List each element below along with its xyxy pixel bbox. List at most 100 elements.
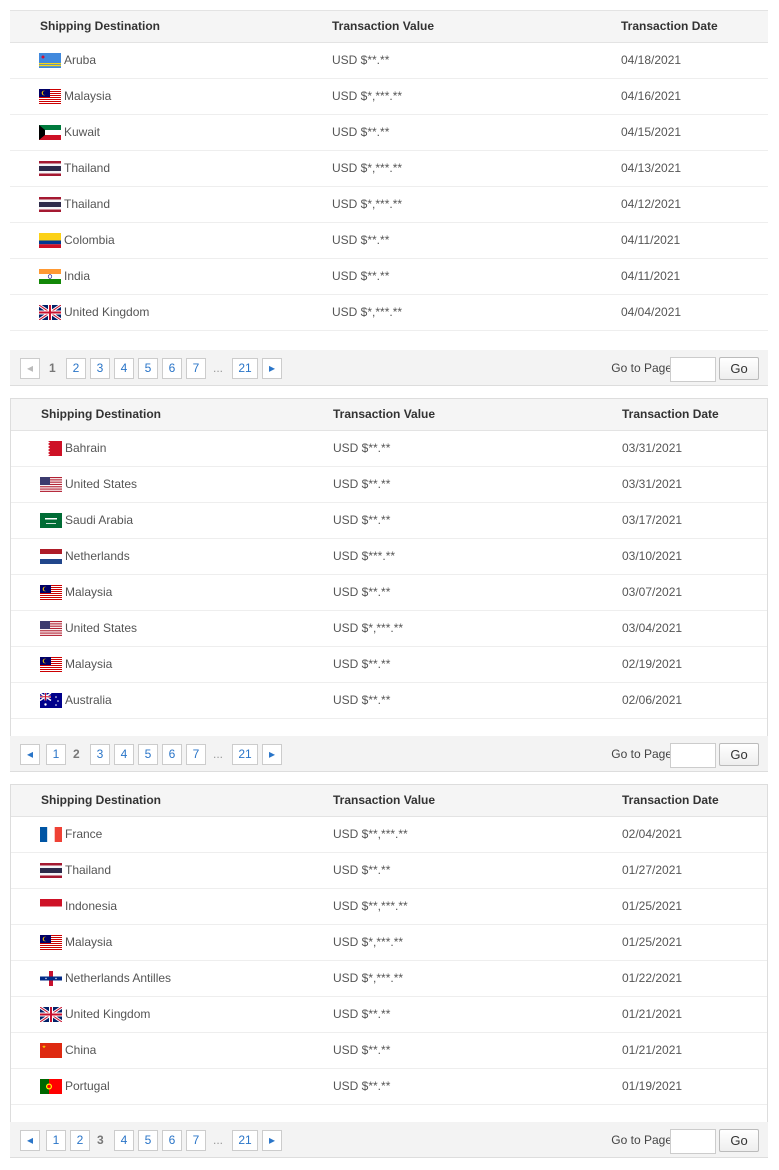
table-row: Thailand USD $**.** 01/27/2021 xyxy=(11,853,767,889)
portugal-flag-icon xyxy=(40,1079,62,1094)
page-6-button[interactable]: 6 xyxy=(162,1130,182,1151)
shipping-destination: Malaysia xyxy=(64,89,112,103)
go-to-page-input[interactable] xyxy=(670,357,716,382)
page-3-button[interactable]: 3 xyxy=(90,358,110,379)
india-flag-icon xyxy=(39,269,61,284)
shipping-destination: Malaysia xyxy=(65,657,113,671)
go-button[interactable]: Go xyxy=(719,357,759,380)
header-transaction-value: Transaction Value xyxy=(333,793,436,807)
transaction-date: 04/15/2021 xyxy=(621,125,682,139)
malaysia-flag-icon xyxy=(40,585,62,600)
table-row: Australia USD $**.** 02/06/2021 xyxy=(11,683,767,719)
china-flag-icon xyxy=(40,1043,62,1058)
thailand-flag-icon xyxy=(39,197,61,212)
page-7-button[interactable]: 7 xyxy=(186,744,206,765)
page-7-button[interactable]: 7 xyxy=(186,358,206,379)
pagination: ◂ 1 2 3 4 5 6 7... 21 ▸ Go to Page Go xyxy=(10,1122,768,1158)
shipping-destination: Netherlands Antilles xyxy=(65,971,172,985)
transactions-table: Shipping Destination Transaction Value T… xyxy=(10,398,768,772)
table-row: Saudi Arabia USD $**.** 03/17/2021 xyxy=(11,503,767,539)
transaction-date: 03/31/2021 xyxy=(622,477,683,491)
thailand-flag-icon xyxy=(39,161,61,176)
table-row: Thailand USD $*,***.** 04/12/2021 xyxy=(10,187,768,223)
transaction-date: 04/11/2021 xyxy=(621,269,681,283)
table-header: Shipping Destination Transaction Value T… xyxy=(11,399,767,431)
table-row: India USD $**.** 04/11/2021 xyxy=(10,259,768,295)
pagination: ◂ 1 2 3 4 5 6 7... 21 ▸ Go to Page Go xyxy=(10,350,768,386)
pagination-ellipsis: ... xyxy=(213,747,224,761)
current-page: 1 xyxy=(49,361,56,375)
page-3-button[interactable]: 3 xyxy=(90,744,110,765)
next-page-button[interactable]: ▸ xyxy=(262,744,282,765)
us-flag-icon xyxy=(40,477,62,492)
transaction-value: USD $**.** xyxy=(333,1007,391,1021)
current-page: 2 xyxy=(73,747,80,761)
transaction-date: 04/11/2021 xyxy=(621,233,681,247)
shipping-destination: France xyxy=(65,827,103,841)
transaction-value: USD $**.** xyxy=(333,441,391,455)
table-row: France USD $**,***.** 02/04/2021 xyxy=(11,817,767,853)
transaction-date: 04/12/2021 xyxy=(621,197,682,211)
australia-flag-icon xyxy=(40,693,62,708)
transaction-value: USD $**.** xyxy=(333,1043,391,1057)
page-1-button[interactable]: 1 xyxy=(46,744,66,765)
prev-page-button[interactable]: ◂ xyxy=(20,1130,40,1151)
pagination-ellipsis: ... xyxy=(213,1133,224,1147)
page-21-button[interactable]: 21 xyxy=(232,358,258,379)
go-to-page-input[interactable] xyxy=(670,1129,716,1154)
shipping-destination: Kuwait xyxy=(64,125,101,139)
malaysia-flag-icon xyxy=(40,657,62,672)
page-6-button[interactable]: 6 xyxy=(162,358,182,379)
table-row: Portugal USD $**.** 01/19/2021 xyxy=(11,1069,767,1105)
table-row: United States USD $**.** 03/31/2021 xyxy=(11,467,767,503)
shipping-destination: Thailand xyxy=(65,863,112,877)
transaction-value: USD $**,***.** xyxy=(333,899,408,913)
transaction-value: USD $**.** xyxy=(332,53,390,67)
header-shipping-destination: Shipping Destination xyxy=(40,19,160,33)
header-transaction-value: Transaction Value xyxy=(332,19,435,33)
header-transaction-value: Transaction Value xyxy=(333,407,436,421)
prev-page-button[interactable]: ◂ xyxy=(20,744,40,765)
transaction-date: 02/19/2021 xyxy=(622,657,683,671)
transaction-value: USD $*,***.** xyxy=(332,161,403,175)
next-page-button[interactable]: ▸ xyxy=(262,358,282,379)
page-4-button[interactable]: 4 xyxy=(114,358,134,379)
page-21-button[interactable]: 21 xyxy=(232,1130,258,1151)
shipping-destination: Thailand xyxy=(64,161,111,175)
shipping-destination: Colombia xyxy=(64,233,115,247)
table-row: Colombia USD $**.** 04/11/2021 xyxy=(10,223,768,259)
page-5-button[interactable]: 5 xyxy=(138,358,158,379)
transaction-value: USD $**.** xyxy=(333,1079,391,1093)
transaction-value: USD $**,***.** xyxy=(333,827,408,841)
shipping-destination: Saudi Arabia xyxy=(65,513,134,527)
indonesia-flag-icon xyxy=(40,899,62,914)
pagination-ellipsis: ... xyxy=(213,361,224,375)
go-button[interactable]: Go xyxy=(719,743,759,766)
transaction-value: USD $***.** xyxy=(333,549,396,563)
prev-page-button[interactable]: ◂ xyxy=(20,358,40,379)
transaction-date: 03/31/2021 xyxy=(622,441,683,455)
page-2-button[interactable]: 2 xyxy=(70,1130,90,1151)
page-1-button[interactable]: 1 xyxy=(46,1130,66,1151)
page-21-button[interactable]: 21 xyxy=(232,744,258,765)
table-row: United Kingdom USD $*,***.** 04/04/2021 xyxy=(10,295,768,331)
go-button[interactable]: Go xyxy=(719,1129,759,1152)
page-7-button[interactable]: 7 xyxy=(186,1130,206,1151)
page-5-button[interactable]: 5 xyxy=(138,744,158,765)
transaction-value: USD $**.** xyxy=(333,657,391,671)
page-5-button[interactable]: 5 xyxy=(138,1130,158,1151)
table-header: Shipping Destination Transaction Value T… xyxy=(10,10,768,43)
transaction-value: USD $**.** xyxy=(333,693,391,707)
page-4-button[interactable]: 4 xyxy=(114,1130,134,1151)
next-page-button[interactable]: ▸ xyxy=(262,1130,282,1151)
aruba-flag-icon xyxy=(39,53,61,68)
transaction-date: 04/18/2021 xyxy=(621,53,682,67)
shipping-destination: Australia xyxy=(65,693,112,707)
transaction-date: 01/21/2021 xyxy=(622,1007,683,1021)
transaction-date: 01/25/2021 xyxy=(622,935,683,949)
page-6-button[interactable]: 6 xyxy=(162,744,182,765)
page-4-button[interactable]: 4 xyxy=(114,744,134,765)
go-to-page-input[interactable] xyxy=(670,743,716,768)
shipping-destination: Malaysia xyxy=(65,585,113,599)
page-2-button[interactable]: 2 xyxy=(66,358,86,379)
